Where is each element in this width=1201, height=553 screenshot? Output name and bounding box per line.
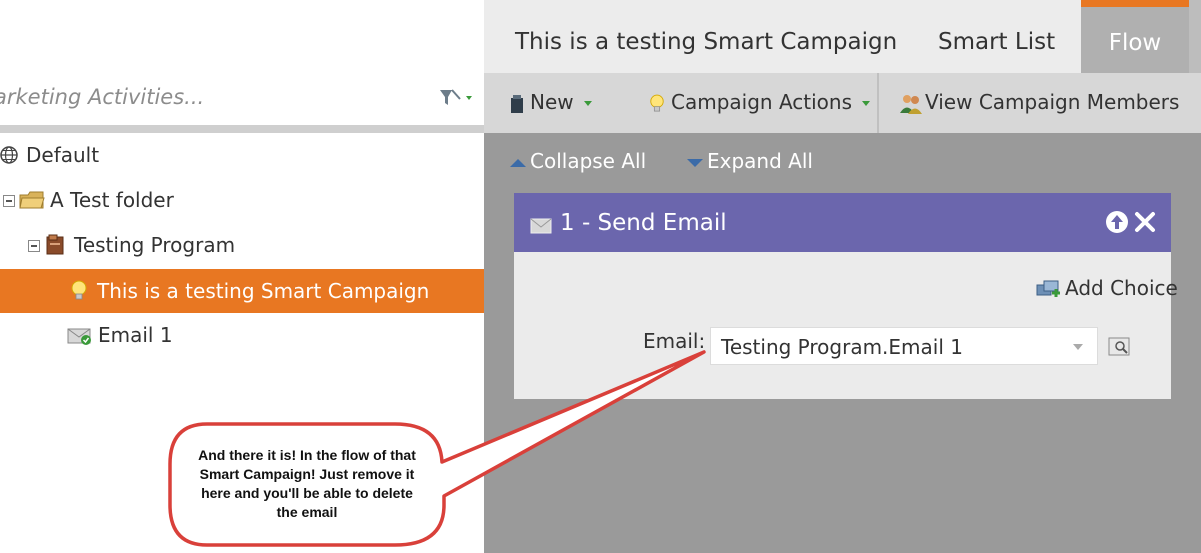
tab-flow[interactable]: Flow (1081, 0, 1189, 73)
expand-all-label: Expand All (707, 149, 813, 173)
email-field-label: Email: (643, 329, 706, 353)
add-choice-icon (1036, 280, 1060, 297)
preview-icon[interactable] (1108, 336, 1132, 358)
chevron-down-icon (1073, 344, 1083, 350)
collapse-toggle[interactable] (28, 240, 40, 252)
email-icon (67, 328, 91, 345)
collapse-toggle[interactable] (3, 195, 15, 207)
tab-bar: This is a testing Smart Campaign Smart L… (484, 0, 1201, 73)
email-select-value: Testing Program.Email 1 (721, 335, 963, 359)
tree-item-label: A Test folder (50, 188, 174, 212)
campaign-panel: This is a testing Smart Campaign Smart L… (484, 0, 1201, 553)
tree-item-smart-campaign[interactable]: This is a testing Smart Campaign (0, 269, 484, 313)
search-input[interactable]: arketing Activities... (0, 85, 204, 109)
toolbar: New Campaign Actions View Campaign Membe… (484, 73, 1201, 133)
tree-item-testing-program[interactable]: Testing Program (0, 223, 484, 267)
tree-item-email-1[interactable]: Email 1 (0, 313, 484, 357)
move-up-icon[interactable] (1105, 210, 1129, 234)
people-icon (900, 94, 922, 114)
chevron-down-icon (583, 101, 592, 106)
globe-icon (0, 146, 18, 164)
add-choice-label: Add Choice (1065, 276, 1178, 300)
tree-item-label: Email 1 (98, 323, 173, 347)
expand-icon (687, 158, 703, 167)
step-header: 1 - Send Email (514, 193, 1171, 252)
tab-campaign-name[interactable]: This is a testing Smart Campaign (515, 0, 897, 73)
tree-item-label: Default (26, 143, 100, 167)
lightbulb-icon (650, 94, 664, 111)
new-label: New (530, 90, 574, 114)
toolbar-separator (877, 73, 879, 133)
tree-item-label: This is a testing Smart Campaign (97, 279, 430, 303)
tree-item-default[interactable]: Default (0, 133, 484, 177)
search-divider (0, 125, 484, 133)
view-campaign-members-button[interactable]: View Campaign Members (899, 73, 1179, 133)
campaign-actions-label: Campaign Actions (671, 90, 852, 114)
new-icon (511, 94, 523, 113)
flow-controls: Collapse All Expand All (484, 133, 1201, 189)
callout-text: And there it is! In the flow of that Sma… (198, 447, 416, 520)
chevron-down-icon (862, 101, 870, 106)
expand-all-button[interactable]: Expand All (687, 133, 813, 189)
email-select[interactable]: Testing Program.Email 1 (710, 327, 1098, 365)
collapse-all-button[interactable]: Collapse All (510, 133, 646, 189)
panel-edge (1189, 0, 1201, 73)
view-members-label: View Campaign Members (925, 90, 1180, 114)
collapse-icon (510, 158, 526, 167)
lightbulb-icon (71, 280, 87, 300)
tree-item-label: Testing Program (74, 233, 236, 257)
campaign-actions-button[interactable]: Campaign Actions (649, 73, 870, 133)
new-button[interactable]: New (510, 73, 592, 133)
filter-icon[interactable] (438, 87, 474, 109)
collapse-all-label: Collapse All (530, 149, 647, 173)
program-icon (46, 234, 64, 255)
flow-step-send-email: 1 - Send Email Add Choice Email: Testing… (514, 193, 1178, 399)
step-title: 1 - Send Email (560, 210, 727, 236)
close-icon[interactable] (1133, 210, 1157, 234)
envelope-icon (530, 218, 552, 234)
folder-icon (19, 191, 45, 209)
tree-item-a-test-folder[interactable]: A Test folder (0, 178, 484, 222)
tab-smart-list[interactable]: Smart List (938, 0, 1055, 73)
